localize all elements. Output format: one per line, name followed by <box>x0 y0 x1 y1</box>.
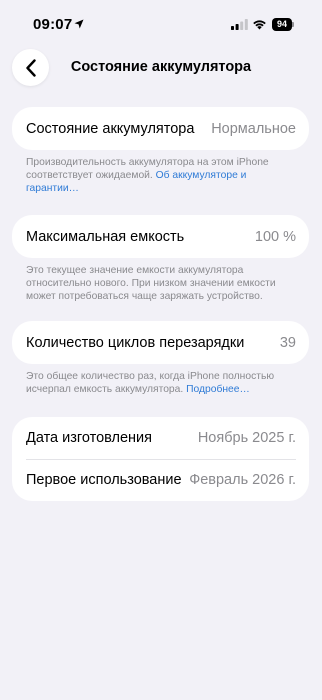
battery-health-card[interactable]: Состояние аккумулятора Нормальное <box>12 107 309 150</box>
cycle-count-footnote: Это общее количество раз, когда iPhone п… <box>26 370 301 396</box>
max-capacity-label: Максимальная емкость <box>26 229 185 245</box>
battery-health-footnote: Производительность аккумулятора на этом … <box>26 156 301 195</box>
manufacture-date-label: Дата изготовления <box>26 430 152 446</box>
cycle-count-label: Количество циклов перезарядки <box>26 335 245 351</box>
cellular-signal-icon <box>231 19 248 30</box>
max-capacity-value: 100 % <box>254 229 296 245</box>
max-capacity-card: Максимальная емкость 100 % <box>12 215 309 258</box>
status-bar: 09:07 94 <box>0 0 322 50</box>
battery-health-row[interactable]: Состояние аккумулятора Нормальное <box>26 109 296 149</box>
max-capacity-row: Максимальная емкость 100 % <box>26 217 296 257</box>
cycle-count-more-link[interactable]: Подробнее… <box>186 384 250 395</box>
manufacture-date-row: Дата изготовления Ноябрь 2025 г. <box>26 418 296 458</box>
cycle-count-row: Количество циклов перезарядки 39 <box>26 323 296 363</box>
location-arrow-icon <box>74 19 84 29</box>
back-button[interactable] <box>12 49 49 86</box>
manufacture-date-value: Ноябрь 2025 г. <box>197 430 296 446</box>
battery-icon: 94 <box>272 18 292 31</box>
battery-health-label: Состояние аккумулятора <box>26 121 195 137</box>
first-use-date-label: Первое использование <box>26 472 182 488</box>
status-time: 09:07 <box>33 16 73 33</box>
cycle-count-card: Количество циклов перезарядки 39 <box>12 321 309 364</box>
max-capacity-footnote: Это текущее значение емкости аккумулятор… <box>26 264 301 303</box>
first-use-date-value: Февраль 2026 г. <box>189 472 296 488</box>
max-capacity-footnote-text: Это текущее значение емкости аккумулятор… <box>26 265 276 302</box>
chevron-left-icon <box>25 58 36 77</box>
battery-tip <box>292 22 294 27</box>
battery-health-value: Нормальное <box>211 121 296 137</box>
cycle-count-value: 39 <box>279 335 296 351</box>
first-use-date-row: Первое использование Февраль 2026 г. <box>26 460 296 500</box>
dates-card: Дата изготовления Ноябрь 2025 г. Первое … <box>12 417 309 501</box>
page-title: Состояние аккумулятора <box>70 59 252 75</box>
wifi-icon <box>253 20 266 30</box>
